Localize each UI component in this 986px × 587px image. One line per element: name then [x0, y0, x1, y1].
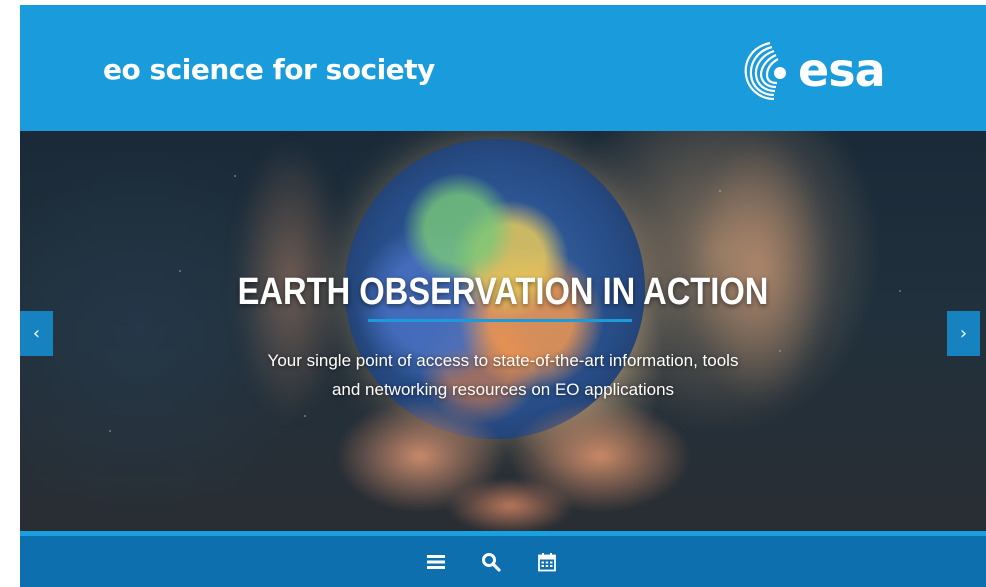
chevron-left-icon: ‹ [32, 323, 41, 344]
carousel-prev-button[interactable]: ‹ [20, 311, 53, 356]
menu-icon[interactable] [426, 552, 446, 572]
hero-title-underline [368, 319, 632, 322]
hero-title: EARTH OBSERVATION IN ACTION [237, 271, 769, 313]
site-title[interactable]: eo science for society [103, 53, 435, 87]
hero-subtitle-line-2: and networking resources on EO applicati… [331, 380, 675, 399]
hero-subtitle-line-1: Your single point of access to state-of-… [267, 351, 739, 370]
esa-logo-mark-icon [744, 41, 786, 101]
hero-hands-image [310, 386, 710, 534]
carousel-next-button[interactable]: › [947, 311, 980, 356]
page: eo science for society esa EARTH OBSERVA… [20, 5, 986, 587]
hero-subtitle: Your single point of access to state-of-… [20, 346, 986, 404]
esa-logo[interactable]: esa [740, 35, 886, 105]
esa-logo-text: esa [798, 43, 886, 97]
chevron-right-icon: › [959, 323, 968, 344]
bottom-nav-bar [20, 536, 986, 587]
hero-carousel: EARTH OBSERVATION IN ACTION Your single … [20, 131, 986, 534]
site-header: eo science for society esa [20, 5, 986, 131]
search-icon[interactable] [481, 552, 501, 572]
calendar-icon[interactable] [537, 552, 557, 572]
